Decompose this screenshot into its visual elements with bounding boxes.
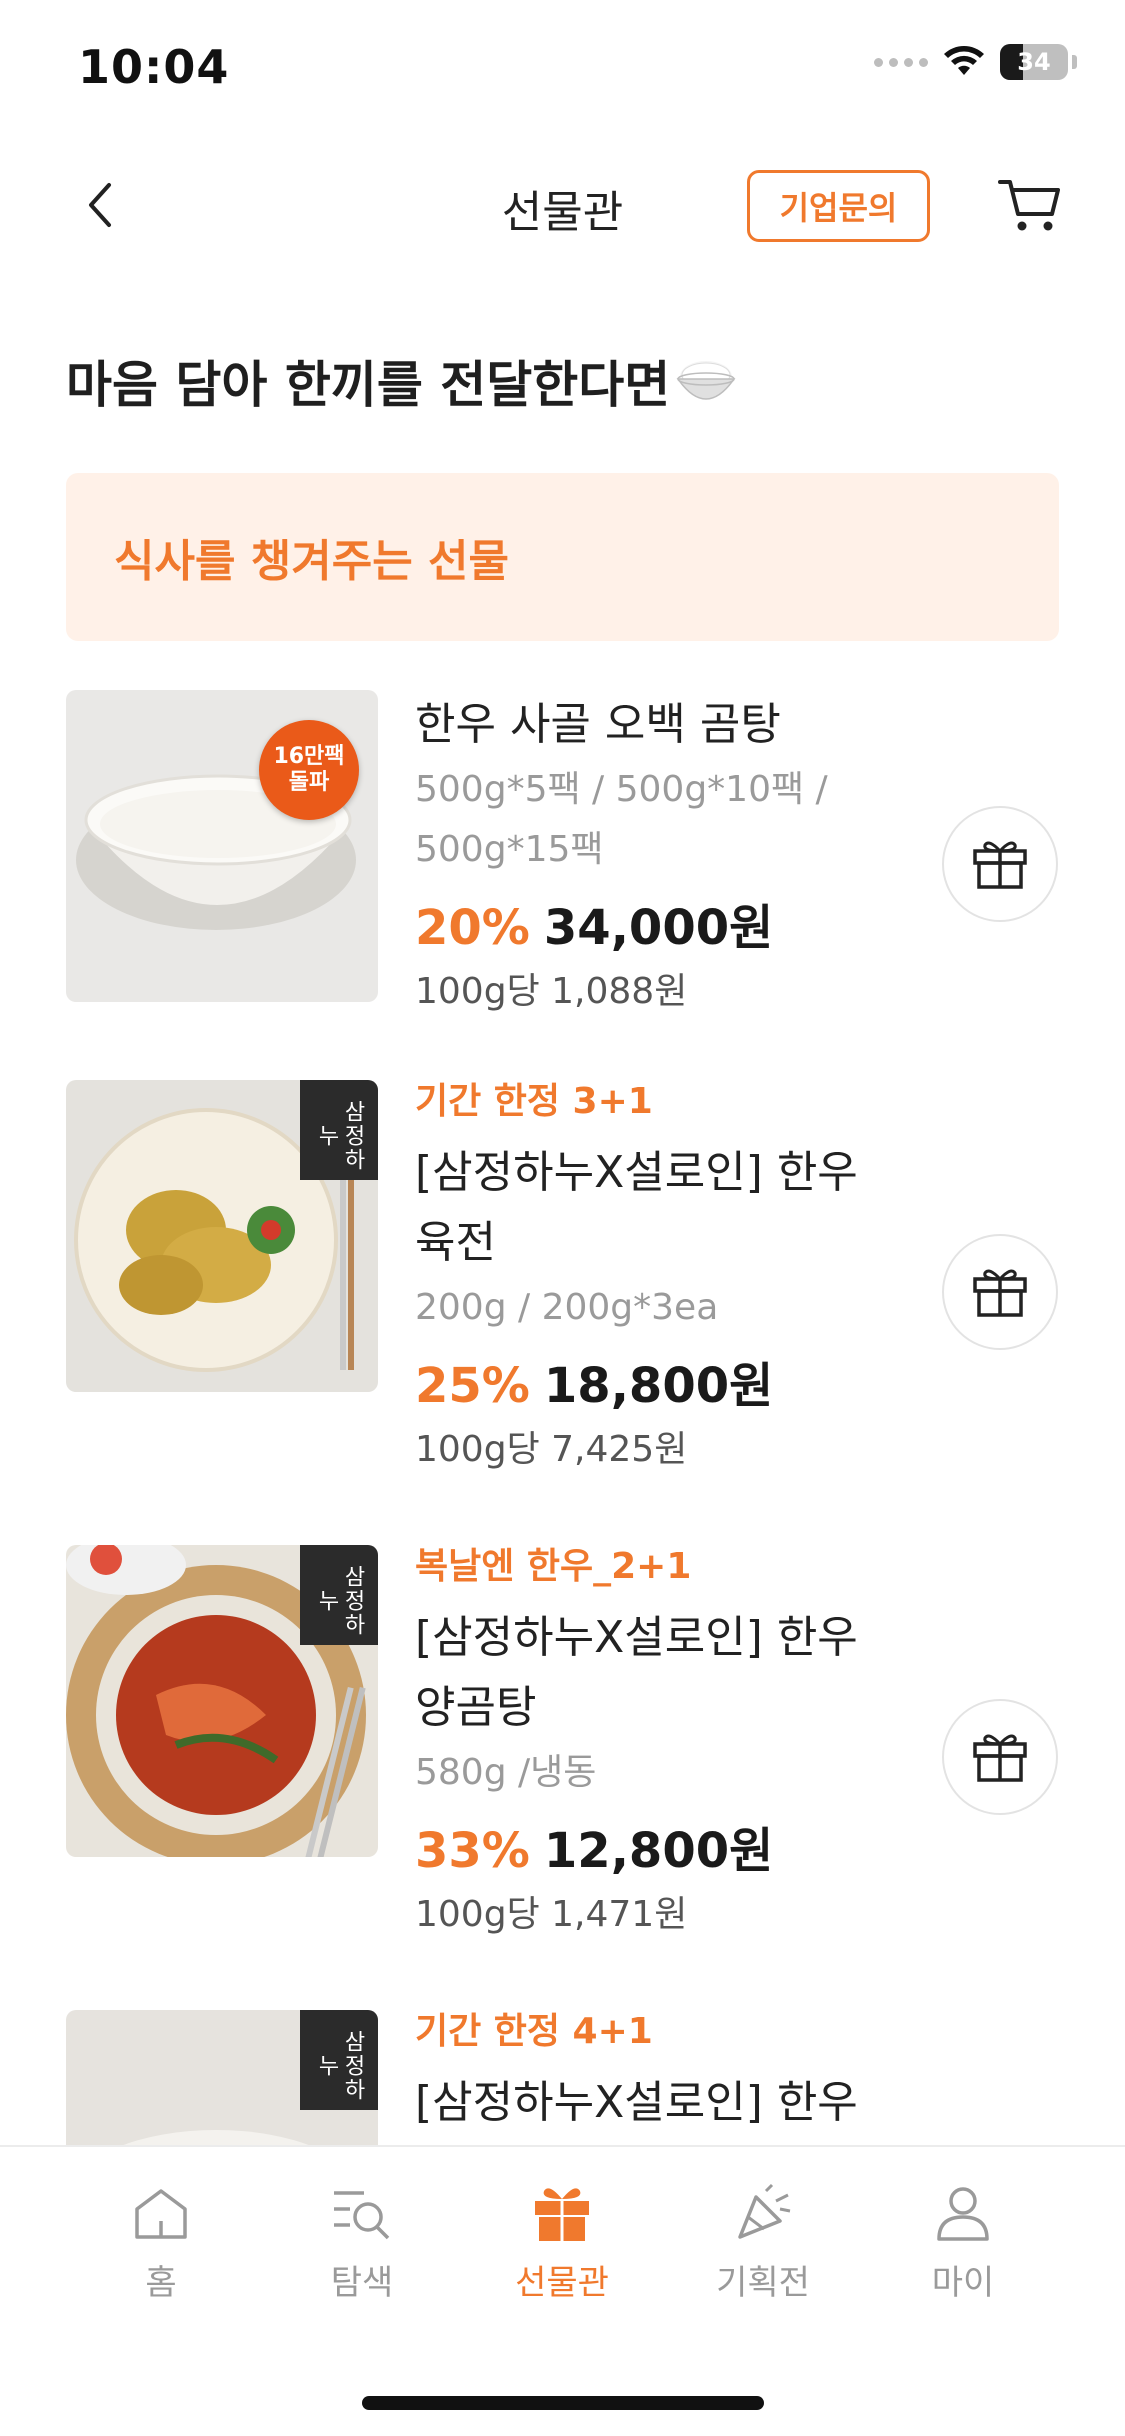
product-image[interactable]: 삼정하누 xyxy=(66,1080,378,1392)
brand-tag: 삼정하누 xyxy=(300,2010,378,2110)
product-image[interactable]: 삼정하누 xyxy=(66,2010,378,2145)
product-options: 500g*15팩 xyxy=(415,829,604,870)
promo-label: 기간 한정 4+1 xyxy=(415,2011,653,2052)
product-card[interactable]: 삼정하누 기간 한정 4+1 [삼정하누X설로인] 한우 xyxy=(0,2010,1125,2145)
product-name: [삼정하누X설로인] 한우 xyxy=(415,1147,858,1198)
discount-rate: 20% xyxy=(415,900,530,956)
gift-button[interactable] xyxy=(942,1234,1058,1350)
brand-tag: 삼정하누 xyxy=(300,1545,378,1645)
product-image[interactable]: 삼정하누 xyxy=(66,1545,378,1857)
tab-label: 홈 xyxy=(145,2263,177,2303)
discount-rate: 25% xyxy=(415,1358,530,1414)
price-line: 25% 18,800원 xyxy=(415,1354,895,1418)
banner-title: 식사를 챙겨주는 선물 xyxy=(114,536,509,587)
gift-icon xyxy=(973,1269,1027,1317)
sale-price: 18,800원 xyxy=(543,1358,774,1414)
tab-label: 선물관 xyxy=(515,2263,609,2303)
sales-badge: 16만팩 돌파 xyxy=(259,720,359,820)
gift-button[interactable] xyxy=(942,1699,1058,1815)
price-line: 20% 34,000원 xyxy=(415,896,895,960)
brand-tag: 삼정하누 xyxy=(300,1080,378,1180)
tab-home[interactable]: 홈 xyxy=(81,2183,241,2304)
product-name: 양곰탕 xyxy=(415,1682,537,1733)
gift-icon xyxy=(973,1734,1027,1782)
product-image[interactable]: 16만팩 돌파 xyxy=(66,690,378,1002)
sale-price: 12,800원 xyxy=(543,1823,774,1879)
unit-price: 100g당 7,425원 xyxy=(415,1429,688,1470)
tab-label: 기획전 xyxy=(716,2263,810,2303)
page-title: 선물관 xyxy=(501,187,624,238)
product-options: 580g /냉동 xyxy=(415,1752,597,1793)
product-options: 200g / 200g*3ea xyxy=(415,1287,719,1328)
search-list-icon xyxy=(334,2191,390,2240)
gift-button[interactable] xyxy=(942,806,1058,922)
cart-button[interactable] xyxy=(990,170,1070,240)
tab-label: 탐색 xyxy=(330,2263,394,2303)
cellular-signal-icon xyxy=(874,57,928,67)
tab-label: 마이 xyxy=(931,2263,995,2303)
price-line: 33% 12,800원 xyxy=(415,1819,895,1883)
status-time: 10:04 xyxy=(78,40,230,94)
rice-bowl-icon xyxy=(676,361,736,400)
product-options: 500g*5팩 / 500g*10팩 / xyxy=(415,769,828,810)
section-heading: 마음 담아 한끼를 전달한다면 xyxy=(66,345,738,417)
section-heading-text: 마음 담아 한끼를 전달한다면 xyxy=(66,356,671,414)
category-banner[interactable]: 식사를 챙겨주는 선물 xyxy=(66,473,1059,641)
tab-my[interactable]: 마이 xyxy=(883,2183,1043,2304)
status-bar: 10:04 34 xyxy=(0,0,1125,140)
nav-bar: 선물관 기업문의 xyxy=(0,140,1125,270)
home-icon xyxy=(135,2189,187,2239)
discount-rate: 33% xyxy=(415,1823,530,1879)
cart-icon xyxy=(998,180,1060,231)
business-inquiry-button[interactable]: 기업문의 xyxy=(747,170,930,242)
tab-events[interactable]: 기획전 xyxy=(683,2183,843,2304)
product-card[interactable]: 삼정하누 복날엔 한우_2+1 [삼정하누X설로인] 한우 양곰탕 580g /… xyxy=(0,1545,1125,2010)
product-name: 한우 사골 오백 곰탕 xyxy=(415,699,781,750)
home-indicator xyxy=(362,2396,764,2410)
party-icon xyxy=(738,2183,791,2239)
promo-label: 복날엔 한우_2+1 xyxy=(415,1546,692,1587)
unit-price: 100g당 1,088원 xyxy=(415,971,688,1012)
product-card[interactable]: 삼정하누 기간 한정 3+1 [삼정하누X설로인] 한우 육전 200g / 2… xyxy=(0,1080,1125,1545)
unit-price: 100g당 1,471원 xyxy=(415,1894,688,1935)
status-icons: 34 xyxy=(874,44,1077,80)
gift-icon xyxy=(535,2188,589,2241)
gift-icon xyxy=(973,841,1027,889)
sale-price: 34,000원 xyxy=(543,900,774,956)
bottom-tab-bar: 홈 탐색 선물관 기획전 마이 xyxy=(0,2145,1125,2436)
product-list: 16만팩 돌파 한우 사골 오백 곰탕 500g*5팩 / 500g*10팩 /… xyxy=(0,690,1125,2145)
tab-gift-shop[interactable]: 선물관 xyxy=(482,2183,642,2304)
person-icon xyxy=(937,2187,989,2241)
tab-explore[interactable]: 탐색 xyxy=(282,2183,442,2304)
battery-icon: 34 xyxy=(1000,44,1068,80)
product-card[interactable]: 16만팩 돌파 한우 사골 오백 곰탕 500g*5팩 / 500g*10팩 /… xyxy=(0,690,1125,1080)
product-name: [삼정하누X설로인] 한우 xyxy=(415,1612,858,1663)
promo-label: 기간 한정 3+1 xyxy=(415,1081,653,1122)
product-name: [삼정하누X설로인] 한우 xyxy=(415,2077,858,2128)
wifi-icon xyxy=(944,46,984,75)
product-name: 육전 xyxy=(415,1217,496,1268)
